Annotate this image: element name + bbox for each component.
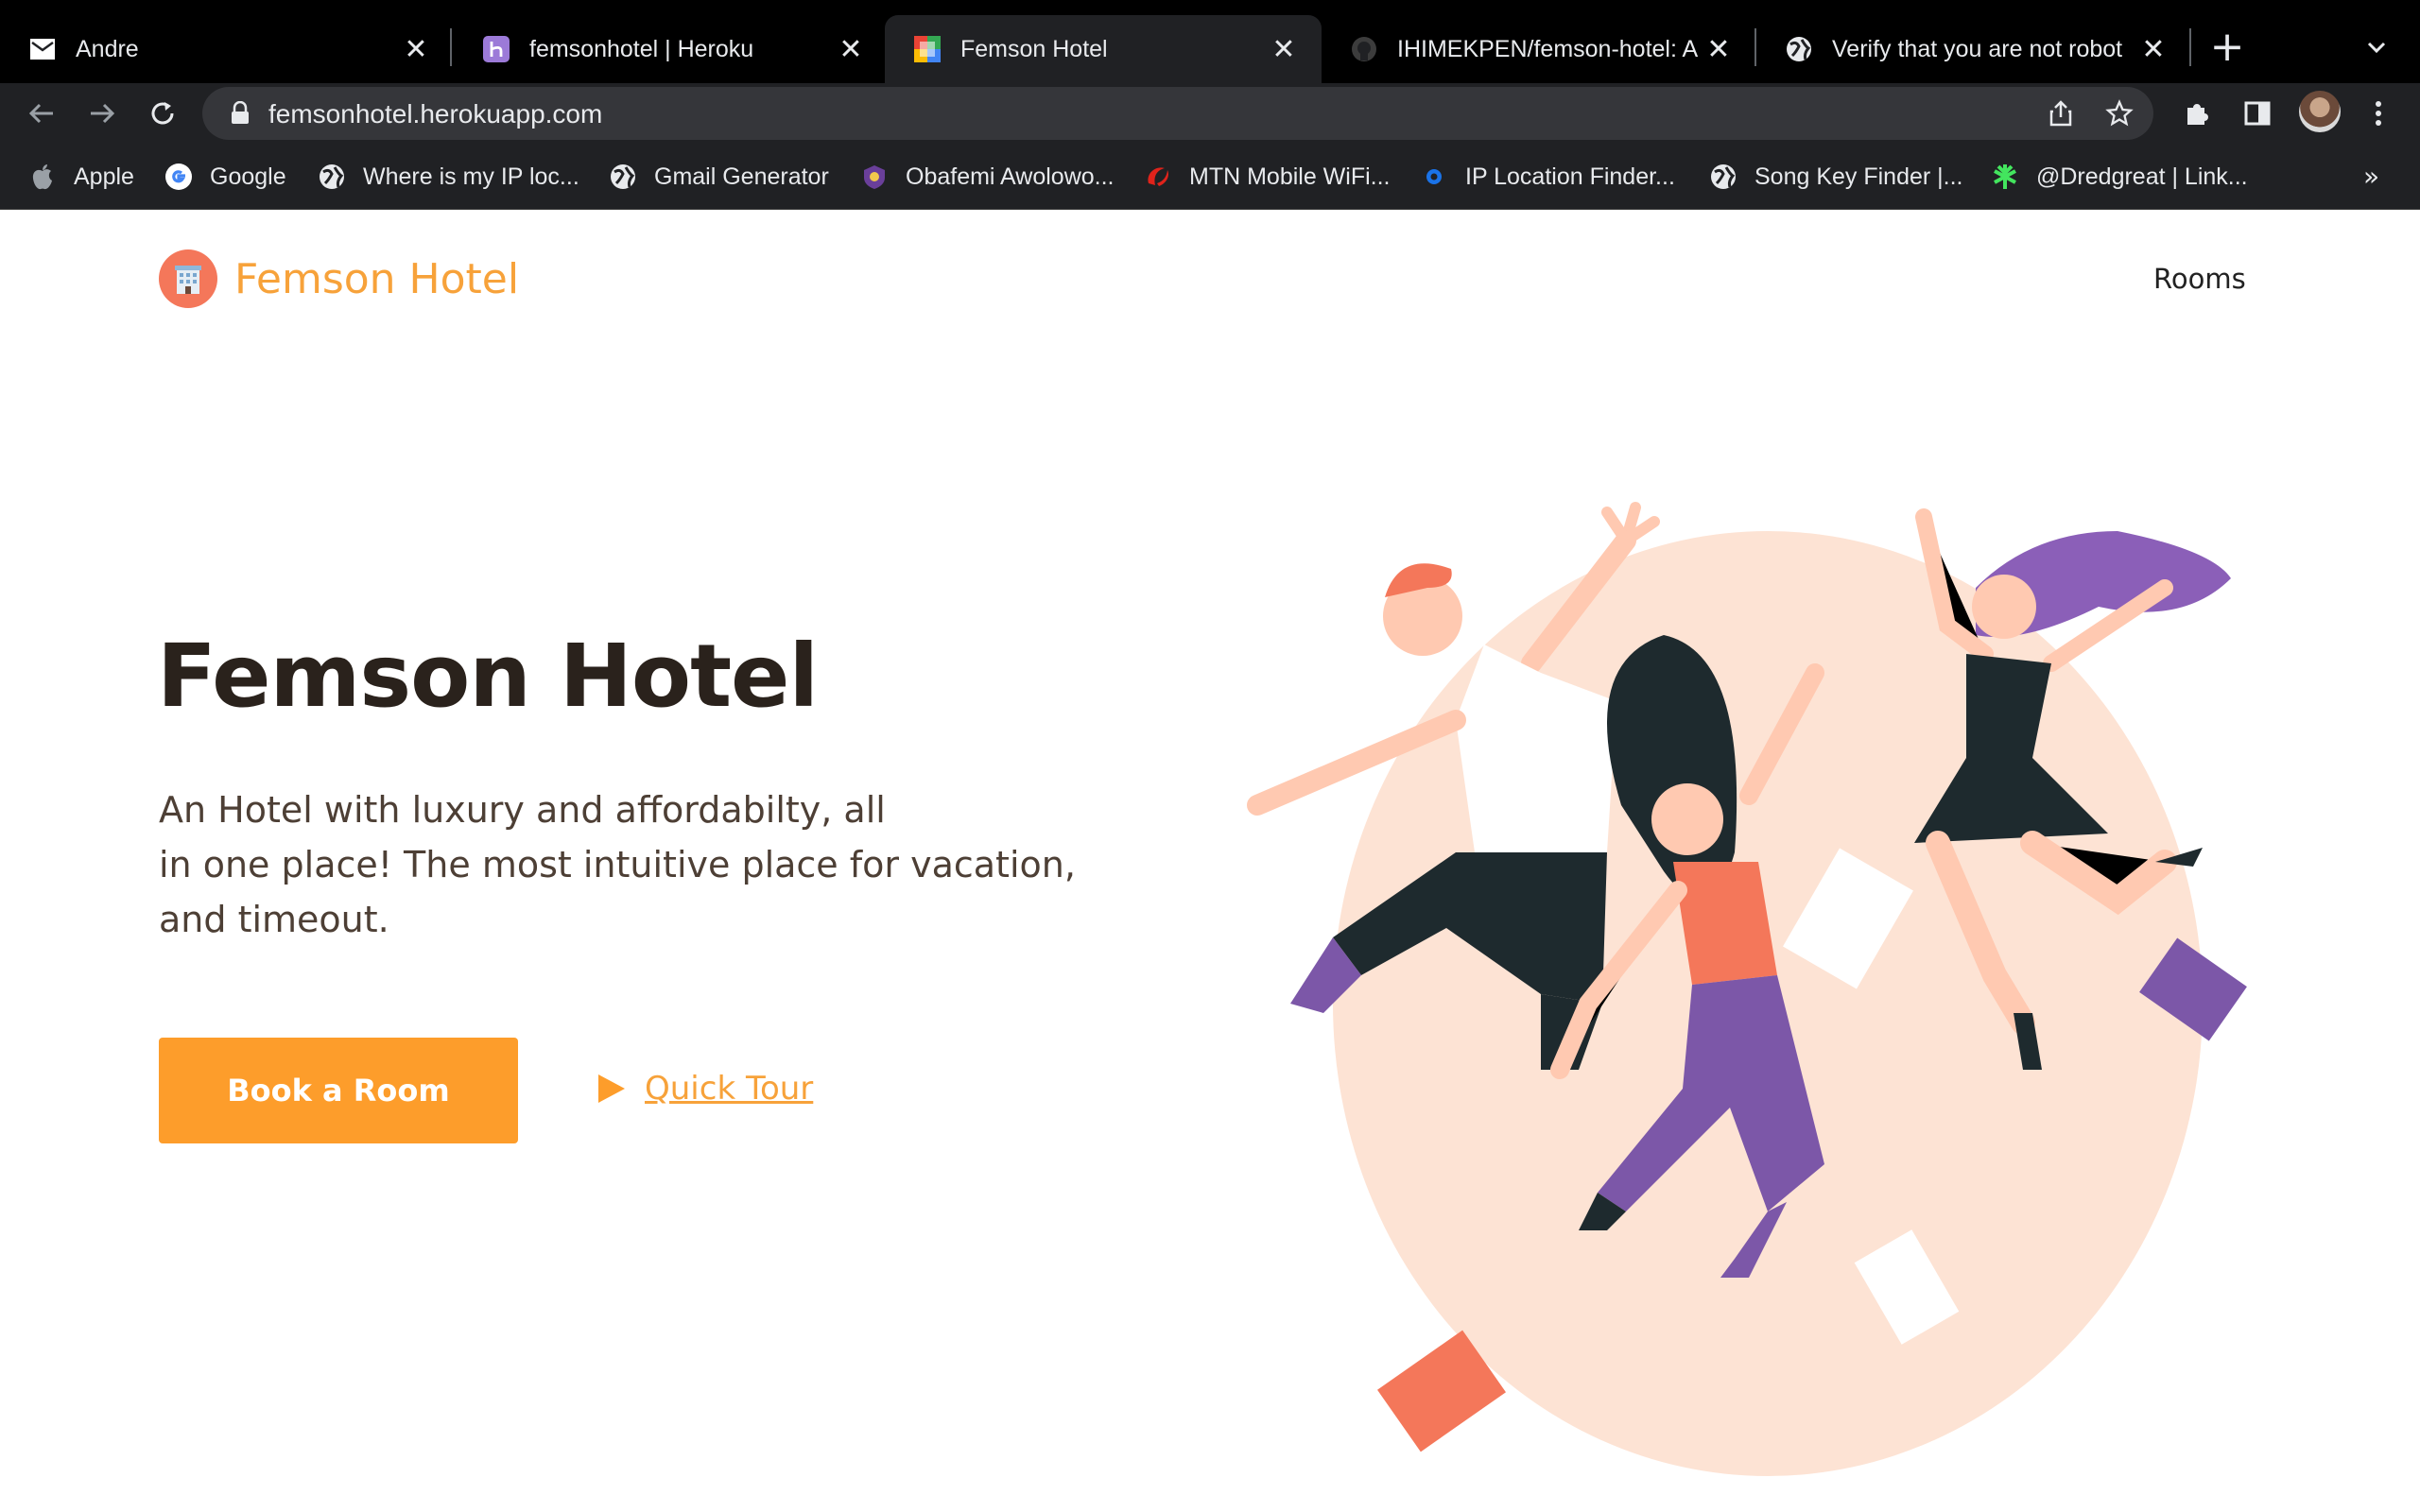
reload-icon[interactable] — [144, 94, 182, 132]
github-icon — [1350, 35, 1378, 63]
browser-tab-strip: Andre ✕ femsonhotel | Heroku ✕ Femson Ho… — [0, 0, 2420, 83]
tab-verify-robot[interactable]: Verify that you are not robot ✕ — [1756, 15, 2191, 83]
heroku-icon — [482, 35, 510, 63]
femson-favicon — [913, 35, 942, 63]
linktree-icon — [1991, 163, 2019, 191]
hero-description-line: An Hotel with luxury and affordabilty, a… — [159, 789, 886, 831]
tab-heroku[interactable]: femsonhotel | Heroku ✕ — [454, 15, 889, 83]
bookmark-ip-location-finder[interactable]: IP Location Finder... — [1420, 161, 1675, 193]
tab-andre[interactable]: Andre ✕ — [0, 15, 454, 83]
hero-title: Femson Hotel — [157, 626, 819, 727]
bookmark-gmail-generator[interactable]: Gmail Generator — [609, 161, 829, 193]
profile-avatar[interactable] — [2299, 91, 2341, 132]
forward-arrow-icon[interactable] — [83, 94, 121, 132]
new-tab-button[interactable]: + — [2208, 26, 2246, 68]
close-tab-icon[interactable]: ✕ — [2136, 32, 2170, 66]
share-icon[interactable] — [2042, 94, 2080, 132]
side-panel-icon[interactable] — [2238, 94, 2276, 132]
close-tab-icon[interactable]: ✕ — [834, 32, 868, 66]
back-arrow-icon[interactable] — [23, 94, 60, 132]
site-brand[interactable]: Femson Hotel — [159, 249, 519, 308]
globe-icon — [1785, 35, 1813, 63]
globe-icon — [1709, 163, 1737, 191]
bookmark-google[interactable]: Google — [164, 161, 286, 193]
bookmark-apple[interactable]: Apple — [28, 161, 134, 193]
nav-rooms-link[interactable]: Rooms — [2153, 263, 2246, 295]
bookmark-song-key-finder[interactable]: Song Key Finder |... — [1709, 161, 1963, 193]
bookmark-where-is-my-ip[interactable]: Where is my IP loc... — [318, 161, 579, 193]
globe-icon — [318, 163, 346, 191]
address-bar[interactable]: femsonhotel.herokuapp.com — [202, 87, 2153, 140]
tab-github[interactable]: IHIMEKPEN/femson-hotel: A l ✕ — [1322, 15, 1756, 83]
mtn-icon — [1144, 163, 1172, 191]
apple-icon — [28, 163, 57, 191]
hero-description-line: in one place! The most intuitive place f… — [159, 844, 1076, 885]
play-icon — [598, 1074, 625, 1103]
quick-tour-link[interactable]: Quick Tour — [596, 1070, 813, 1108]
bookmarks-bar: Apple Google Where is my IP loc... Gmail… — [0, 144, 2420, 210]
hotel-building-icon — [159, 249, 217, 308]
bookmark-mtn-wifi[interactable]: MTN Mobile WiFi... — [1144, 161, 1391, 193]
quick-tour-label: Quick Tour — [645, 1070, 814, 1108]
tab-femson-hotel[interactable]: Femson Hotel ✕ — [885, 15, 1322, 83]
university-crest-icon — [860, 163, 889, 191]
google-icon — [164, 163, 193, 191]
extensions-puzzle-icon[interactable] — [2178, 94, 2216, 132]
hero-description: An Hotel with luxury and affordabilty, a… — [159, 782, 1104, 947]
close-tab-icon[interactable]: ✕ — [1702, 32, 1736, 66]
close-tab-icon[interactable]: ✕ — [1267, 32, 1301, 66]
femson-hotel-page: Femson Hotel Rooms Femson Hotel An Hotel… — [0, 210, 2420, 1512]
tab-divider — [450, 28, 452, 66]
url-text: femsonhotel.herokuapp.com — [268, 99, 603, 129]
mail-icon — [28, 35, 57, 63]
kebab-menu-icon[interactable] — [2360, 94, 2397, 132]
more-bookmarks-chevron[interactable]: » — [2363, 161, 2379, 192]
globe-icon — [609, 163, 637, 191]
brand-name: Femson Hotel — [234, 254, 520, 303]
lock-icon[interactable] — [221, 94, 259, 132]
browser-toolbar: femsonhotel.herokuapp.com — [0, 83, 2420, 144]
ip-icon — [1420, 163, 1448, 191]
bookmark-dredgreat-linktree[interactable]: @Dredgreat | Link... — [1991, 161, 2248, 193]
close-tab-icon[interactable]: ✕ — [399, 32, 433, 66]
bookmark-obafemi-awolowo[interactable]: Obafemi Awolowo... — [860, 161, 1114, 193]
hero-illustration — [1247, 502, 2247, 1476]
bookmark-star-icon[interactable] — [2100, 94, 2138, 132]
tab-search-chevron-icon[interactable] — [2358, 28, 2395, 66]
hero-description-line: and timeout. — [159, 899, 389, 940]
book-a-room-button[interactable]: Book a Room — [159, 1038, 518, 1143]
tab-divider — [2189, 28, 2191, 66]
